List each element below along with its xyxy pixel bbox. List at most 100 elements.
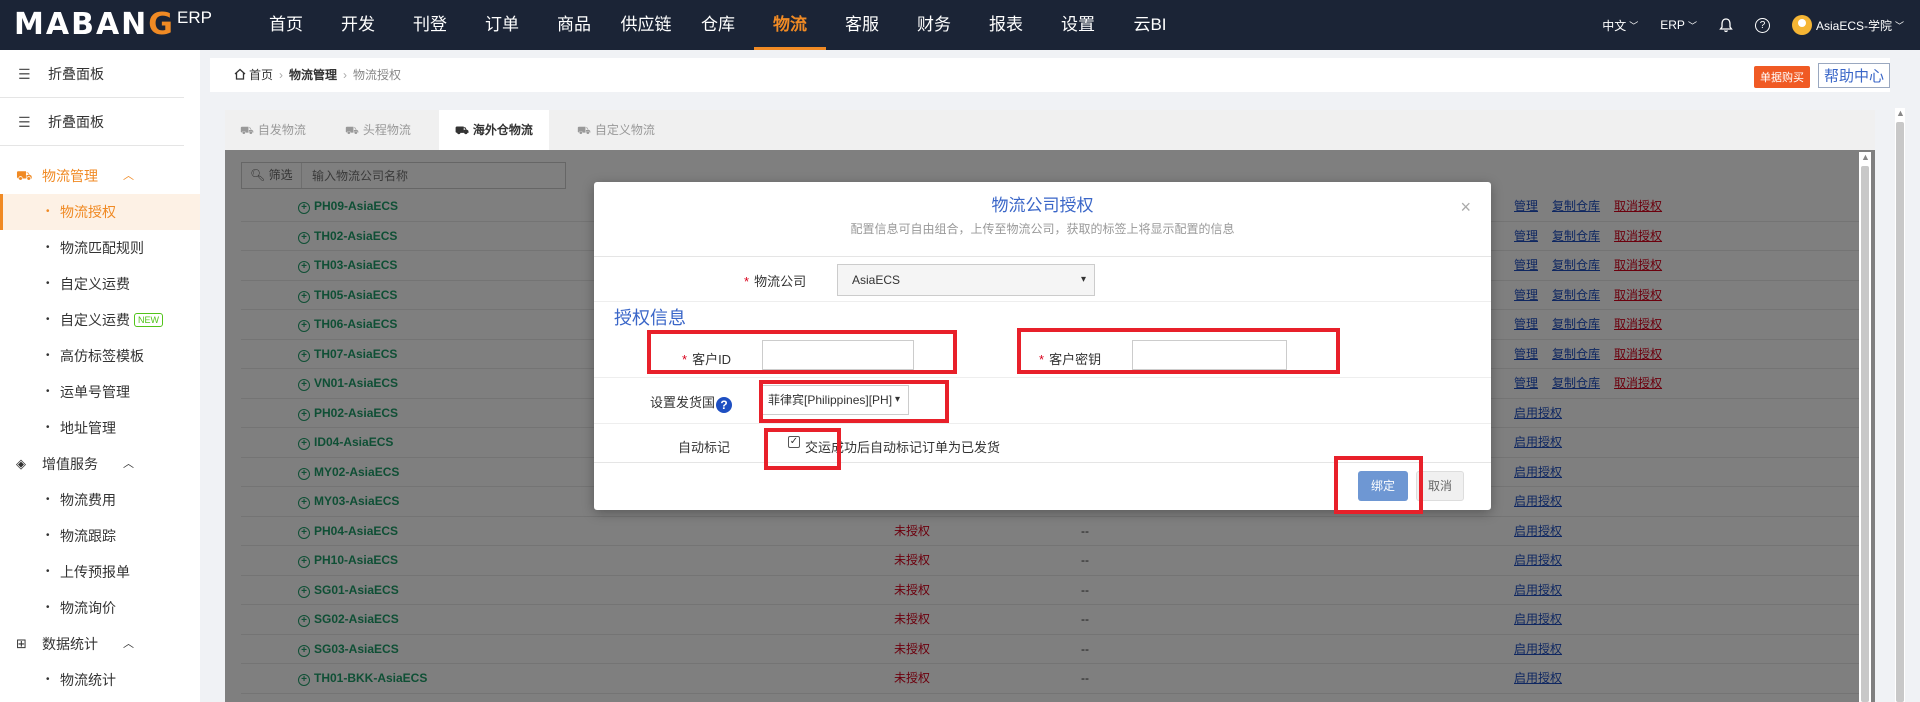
sidebar-item[interactable]: 自定义运费 [0,266,200,302]
chevron-down-icon: ▾ [1080,274,1086,285]
buy-button[interactable]: 单据购买 [1754,66,1810,88]
help-icon[interactable]: ? [1754,17,1770,33]
list-scrollbar[interactable]: ▲ [1859,152,1871,702]
sidebar-group-label: 增值服务 [42,456,98,472]
sidebar-item[interactable]: 地址管理 [0,410,200,446]
chevron-up-icon: ︿ [123,638,134,650]
highlight-box [1017,328,1340,374]
sidebar-item[interactable]: 物流询价 [0,590,200,626]
tab-0[interactable]: ⛟ 自发物流 [240,110,306,150]
nav-item-3[interactable]: 订单 [466,0,538,50]
sidebar-item-label: 物流匹配规则 [60,240,144,256]
highlight-box [759,380,949,423]
sidebar-item-label: 物流费用 [60,492,116,508]
breadcrumb-separator-icon: › [343,68,348,82]
sidebar-item[interactable]: 自定义运费 NEW [0,302,200,338]
grid-icon: ⊞ [16,636,27,651]
nav-item-6[interactable]: 仓库 [682,0,754,50]
breadcrumb: 首页 › 物流管理 › 物流授权 [234,58,401,92]
sidebar-item[interactable]: 物流费用 [0,482,200,518]
sidebar-item[interactable]: 物流匹配规则 [0,230,200,266]
sidebar-group-label: 物流管理 [42,168,98,184]
nav-item-0[interactable]: 首页 [250,0,322,50]
user-menu[interactable]: AsiaECS-学院 ﹀ [1791,15,1904,35]
sidebar-item[interactable]: 物流统计 [0,662,200,698]
breadcrumb-separator-icon: › [279,68,284,82]
nav-item-2[interactable]: 刊登 [394,0,466,50]
tab-1[interactable]: ⛟ 头程物流 [345,110,411,150]
tab-2[interactable]: ⛟ 海外仓物流 [439,110,549,150]
sidebar: ☰折叠面板☰折叠面板⛟物流管理︿物流授权物流匹配规则自定义运费自定义运费NEW高… [0,50,200,702]
language-switch[interactable]: 中文 ﹀ [1602,17,1638,34]
collapse-panel-label: 折叠面板 [48,66,104,82]
sidebar-item[interactable]: 运单号管理 [0,374,200,410]
sidebar-item-label: 物流询价 [60,600,116,616]
nav-item-7[interactable]: 物流 [754,0,826,50]
close-icon[interactable]: × [1460,198,1471,216]
help-center-button[interactable]: 帮助中心 [1817,63,1890,88]
dialog-header: 物流公司授权 配置信息可自由组合，上传至物流公司，获取的标签上将显示配置的信息 … [594,182,1491,257]
nav-item-4[interactable]: 商品 [538,0,610,50]
tab-3[interactable]: ⛟ 自定义物流 [577,110,655,150]
diamond-icon: ◈ [16,456,26,471]
nav-item-1[interactable]: 开发 [322,0,394,50]
sidebar-item[interactable]: 上传预报单 [0,554,200,590]
sidebar-item-label: 物流跟踪 [60,528,116,544]
nav-item-9[interactable]: 财务 [898,0,970,50]
breadcrumb-bar: 首页 › 物流管理 › 物流授权 单据购买 帮助中心 [210,58,1890,92]
erp-switch[interactable]: ERP ﹀ [1660,18,1697,32]
sidebar-item-label: 物流统计 [60,672,116,688]
dialog-subtitle: 配置信息可自由组合，上传至物流公司，获取的标签上将显示配置的信息 [850,222,1235,236]
nav-item-11[interactable]: 设置 [1042,0,1114,50]
page-scrollbar[interactable]: ▲ [1895,108,1905,702]
question-icon[interactable]: ? [716,397,733,413]
collapse-panel-label: 折叠面板 [48,114,104,130]
tab-label: 海外仓物流 [472,123,533,137]
sidebar-item-label: 地址管理 [60,420,116,436]
avatar [1791,15,1812,35]
sidebar-group-2[interactable]: ⊞ 数据统计 ︿ [0,626,200,662]
company-row: * 物流公司 AsiaECS ▾ [594,257,1491,302]
sidebar-item-label: 自定义运费 [60,276,130,292]
ship-country-row: 设置发货国? 菲律宾[Philippines][PH] ▾ [594,378,1491,424]
home-icon [234,68,246,80]
cancel-button[interactable]: 取消 [1416,471,1464,501]
breadcrumb-home[interactable]: 首页 [249,68,273,82]
chevron-down-icon: ﹀ [1687,20,1697,31]
menu-fold-icon: ☰ [18,66,31,82]
chevron-up-icon: ︿ [123,170,134,182]
company-select[interactable]: AsiaECS ▾ [837,264,1095,296]
sidebar-item[interactable]: 物流跟踪 [0,518,200,554]
highlight-box [647,330,957,374]
erp-label: ERP [177,8,212,27]
sidebar-group-0[interactable]: ⛟ 物流管理 ︿ [0,158,200,194]
auto-mark-label: 自动标记 [678,440,731,455]
top-right-tools: 中文 ﹀ ERP ﹀ ? AsiaECS-学院 ﹀ [1580,0,1904,50]
chevron-down-icon: ﹀ [1894,20,1904,31]
sidebar-group-label: 数据统计 [42,636,98,652]
sidebar-item[interactable]: 高仿标签模板 [0,338,200,374]
nav-item-5[interactable]: 供应链 [610,0,682,50]
highlight-box [764,428,841,470]
ship-country-label: 设置发货国? [650,392,733,413]
top-nav: MABANG ERP 首页 开发 刊登 订单 商品 供应链 仓库 物流 客服 财务 报表 设置 云BI … [0,0,1920,50]
mabang-logo[interactable]: MABANG [14,9,175,41]
tab-label: 自发物流 [257,123,306,137]
sidebar-group-1[interactable]: ◈ 增值服务 ︿ [0,446,200,482]
nav-item-12[interactable]: 云BI [1114,0,1186,50]
nav-item-8[interactable]: 客服 [826,0,898,50]
truck-icon: ⛟ [240,125,254,137]
highlight-box [1334,456,1423,514]
nav-item-10[interactable]: 报表 [970,0,1042,50]
menu-fold-icon: ☰ [18,114,31,130]
collapse-panel-item[interactable]: ☰ 折叠面板 [0,50,184,98]
main-menu: 首页 开发 刊登 订单 商品 供应链 仓库 物流 客服 财务 报表 设置 云BI [250,0,1186,50]
sidebar-item[interactable]: 物流授权 [0,194,200,230]
collapse-panel-item[interactable]: ☰ 折叠面板 [0,98,184,146]
chevron-up-icon: ︿ [123,458,134,470]
tab-label: 头程物流 [362,123,411,137]
bell-icon[interactable] [1719,17,1733,33]
breadcrumb-logistics[interactable]: 物流管理 [289,68,337,82]
sidebar-item-label: 上传预报单 [60,564,130,580]
